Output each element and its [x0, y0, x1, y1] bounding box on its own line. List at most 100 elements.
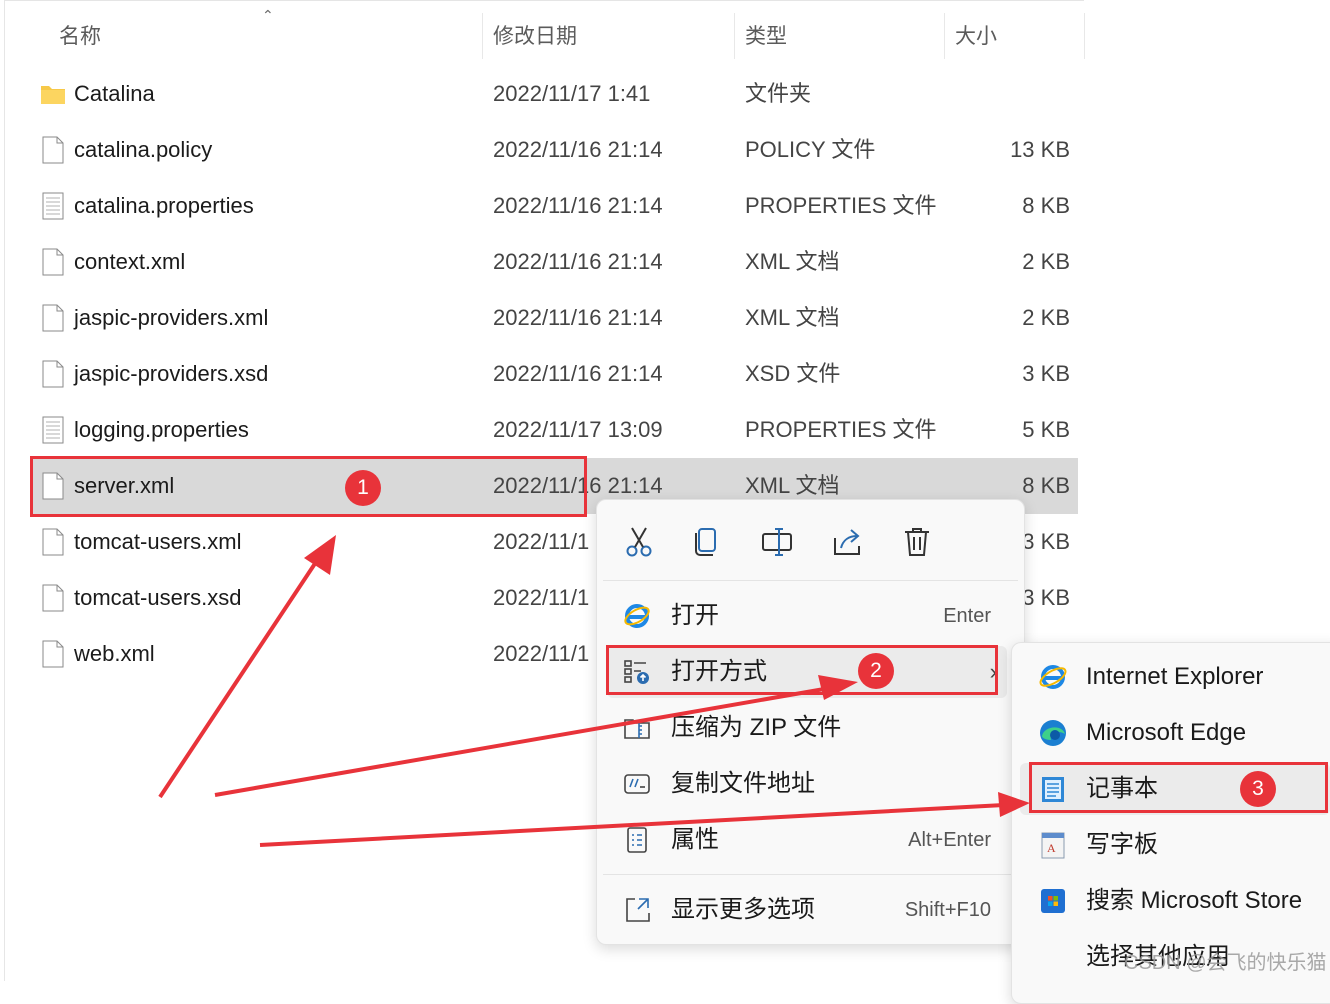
submenu-item-microsoft-edge[interactable]: Microsoft Edge	[1020, 707, 1330, 759]
file-name: context.xml	[74, 249, 186, 274]
column-divider[interactable]	[734, 13, 735, 59]
file-type: PROPERTIES 文件	[745, 417, 937, 442]
file-icon	[42, 360, 64, 388]
submenu-item-label: Internet Explorer	[1086, 663, 1264, 690]
submenu-item-wordpad[interactable]: A 写字板	[1020, 819, 1330, 871]
file-type: XML 文档	[745, 249, 840, 274]
file-icon	[42, 640, 64, 668]
step-badge-1: 1	[345, 470, 381, 506]
file-date: 2022/11/1	[493, 641, 590, 666]
file-icon	[42, 248, 64, 276]
column-header-type[interactable]: 类型	[745, 1, 787, 71]
menu-item-compress-zip[interactable]: 压缩为 ZIP 文件	[607, 702, 1007, 754]
file-icon	[42, 136, 64, 164]
text-file-icon	[42, 416, 64, 444]
menu-item-show-more-options[interactable]: 显示更多选项 Shift+F10	[607, 884, 1007, 936]
file-name: logging.properties	[74, 417, 249, 442]
file-date: 2022/11/16 21:14	[493, 193, 663, 218]
file-date: 2022/11/17 13:09	[493, 417, 663, 442]
highlight-box-notepad	[1029, 762, 1328, 813]
zip-icon	[624, 719, 650, 739]
file-type: PROPERTIES 文件	[745, 193, 937, 218]
menu-item-label: 复制文件地址	[671, 770, 815, 797]
file-size: 3 KB	[1022, 585, 1070, 610]
menu-separator	[603, 874, 1018, 875]
more-options-icon	[626, 898, 650, 922]
cut-icon[interactable]	[619, 522, 659, 562]
file-icon	[42, 528, 64, 556]
file-date: 2022/11/16 21:14	[493, 137, 663, 162]
file-size: 2 KB	[1022, 249, 1070, 274]
file-name: jaspic-providers.xml	[74, 305, 269, 330]
file-row-jaspic-providers-xsd[interactable]: jaspic-providers.xsd 2022/11/16 21:14 XS…	[30, 346, 1078, 402]
file-size: 8 KB	[1022, 473, 1070, 498]
menu-item-open[interactable]: 打开 Enter	[607, 590, 1007, 642]
copy-icon[interactable]	[687, 522, 727, 562]
submenu-item-internet-explorer[interactable]: Internet Explorer	[1020, 651, 1330, 703]
file-name: Catalina	[74, 81, 155, 106]
column-header-size[interactable]: 大小	[955, 1, 997, 71]
menu-item-properties[interactable]: 属性 Alt+Enter	[607, 814, 1007, 866]
file-name: catalina.policy	[74, 137, 213, 162]
file-date: 2022/11/16 21:14	[493, 249, 663, 274]
file-date: 2022/11/16 21:14	[493, 361, 663, 386]
rename-icon[interactable]	[757, 522, 797, 562]
file-type: XSD 文件	[745, 361, 841, 386]
submenu-item-microsoft-store[interactable]: 搜索 Microsoft Store	[1020, 875, 1330, 927]
file-row-context-xml[interactable]: context.xml 2022/11/16 21:14 XML 文档 2 KB	[30, 234, 1078, 290]
step-badge-3: 3	[1240, 771, 1276, 807]
step-badge-2: 2	[858, 653, 894, 689]
internet-explorer-icon	[1039, 665, 1067, 689]
sort-ascending-icon: ⌃	[262, 7, 274, 23]
file-size: 13 KB	[1010, 137, 1070, 162]
file-row-catalina-properties[interactable]: catalina.properties 2022/11/16 21:14 PRO…	[30, 178, 1078, 234]
wordpad-icon: A	[1041, 832, 1065, 859]
highlight-box-open-with	[606, 645, 998, 695]
highlight-box-server-xml	[30, 456, 587, 517]
column-header-row: 名称 ⌃ 修改日期 类型 大小	[4, 0, 1085, 71]
column-divider[interactable]	[1084, 13, 1085, 59]
file-row-jaspic-providers-xml[interactable]: jaspic-providers.xml 2022/11/16 21:14 XM…	[30, 290, 1078, 346]
file-name: web.xml	[74, 641, 155, 666]
file-icon	[42, 584, 64, 612]
submenu-item-label: 搜索 Microsoft Store	[1086, 887, 1303, 914]
file-name: tomcat-users.xml	[74, 529, 242, 554]
menu-item-shortcut: Alt+Enter	[908, 829, 991, 851]
watermark: CSDN @会飞的快乐猫	[1124, 952, 1327, 974]
file-type: 文件夹	[745, 81, 812, 106]
column-divider[interactable]	[482, 13, 483, 59]
copy-path-icon	[624, 774, 650, 794]
edge-icon	[1040, 720, 1066, 746]
file-row-logging-properties[interactable]: logging.properties 2022/11/17 13:09 PROP…	[30, 402, 1078, 458]
menu-item-shortcut: Enter	[943, 605, 991, 627]
menu-item-shortcut: Shift+F10	[904, 899, 991, 921]
file-size: 3 KB	[1022, 529, 1070, 554]
column-divider[interactable]	[944, 13, 945, 59]
file-name: jaspic-providers.xsd	[74, 361, 269, 386]
column-header-date[interactable]: 修改日期	[493, 1, 577, 71]
menu-item-label: 打开	[671, 602, 719, 629]
internet-explorer-icon	[624, 604, 650, 628]
file-date: 2022/11/16 21:14	[493, 305, 663, 330]
text-file-icon	[42, 192, 64, 220]
menu-item-copy-path[interactable]: 复制文件地址	[607, 758, 1007, 810]
submenu-item-label: 写字板	[1086, 831, 1158, 858]
menu-item-label: 显示更多选项	[671, 896, 815, 923]
file-size: 3 KB	[1022, 361, 1070, 386]
share-icon[interactable]	[827, 522, 867, 562]
file-name: catalina.properties	[74, 193, 254, 218]
file-type: POLICY 文件	[745, 137, 876, 162]
file-date: 2022/11/1	[493, 529, 590, 554]
file-size: 2 KB	[1022, 305, 1070, 330]
file-size: 8 KB	[1022, 193, 1070, 218]
menu-item-label: 属性	[671, 826, 719, 853]
menu-separator	[603, 580, 1018, 581]
file-row-catalina-policy[interactable]: catalina.policy 2022/11/16 21:14 POLICY …	[30, 122, 1078, 178]
delete-icon[interactable]	[897, 522, 937, 562]
column-header-name[interactable]: 名称	[59, 1, 101, 71]
file-row-catalina[interactable]: Catalina 2022/11/17 1:41 文件夹	[30, 66, 1078, 122]
svg-text:A: A	[1047, 841, 1056, 855]
file-size: 5 KB	[1022, 417, 1070, 442]
folder-icon	[41, 86, 65, 104]
pane-edge	[4, 0, 5, 981]
